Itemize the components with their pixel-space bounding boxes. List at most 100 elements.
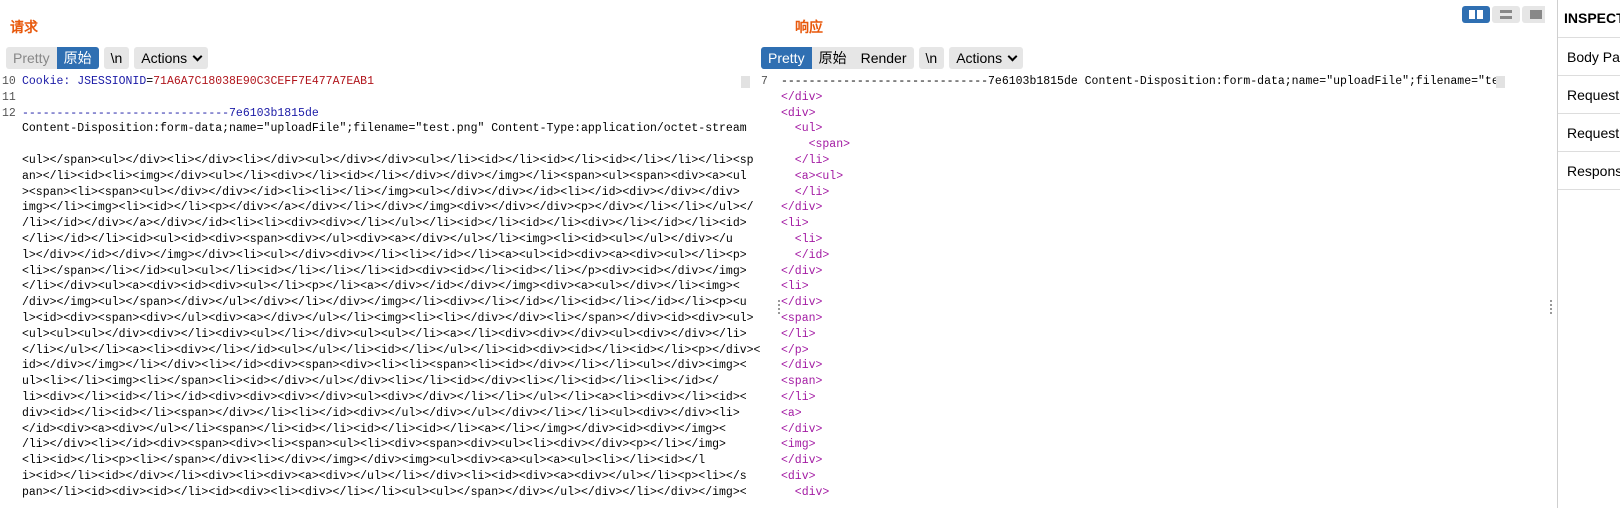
request-actions-button[interactable]: Actions <box>134 47 209 69</box>
line-number: 11 <box>2 90 16 104</box>
response-editor[interactable]: 7 ------------------------------7e6103b18… <box>759 74 1497 508</box>
code-token: i><id></li><id></div></li><div><li><div>… <box>22 469 747 483</box>
code-token: Cookie: <box>22 75 78 88</box>
response-scrollbar-thumb[interactable] <box>1496 76 1505 88</box>
inspector-item-body-parameters[interactable]: Body Parameters <box>1558 38 1620 76</box>
split-horizontal-icon[interactable] <box>1462 6 1490 23</box>
request-view-tabs: Pretty 原始 <box>6 47 99 69</box>
code-line: Content-Disposition:form-data;name="uplo… <box>0 121 760 137</box>
code-token: <li> <box>781 280 809 294</box>
code-line: </div> <box>759 358 1497 374</box>
code-token: l><id><div><span><div></ul><div><a></div… <box>22 311 754 325</box>
code-line: l><id><div><span><div></ul><div><a></div… <box>0 311 760 327</box>
code-line: <div> <box>759 106 1497 122</box>
code-line: <a> <box>759 406 1497 422</box>
response-tab-pretty[interactable]: Pretty <box>761 47 812 69</box>
code-line: <ul></span><ul></div><li></div><li></div… <box>0 153 760 169</box>
code-token: ul><li></li><img><li></span><li><id></di… <box>22 375 720 389</box>
code-line: </id> <box>759 248 1497 264</box>
split-vertical-icon[interactable] <box>1492 6 1520 23</box>
code-line: 10 Cookie: JSESSIONID=71A6A7C18038E90C3CE… <box>0 74 760 90</box>
code-token: </li> <box>781 153 830 167</box>
code-line: </li> <box>759 327 1497 343</box>
request-newline-toggle[interactable]: \n <box>103 47 130 69</box>
code-token: </div> <box>781 359 823 373</box>
code-line: <a><ul> <box>759 169 1497 185</box>
code-token: <span> <box>781 138 851 152</box>
code-token: <li><id></li><p><li></span></div><li></d… <box>22 454 706 468</box>
code-line: <li> <box>759 279 1497 295</box>
code-token: </div> <box>781 264 823 278</box>
code-line: 12 ------------------------------7e6103b1… <box>0 106 760 122</box>
code-line: ><span><li><span><ul></div></div></id><l… <box>0 185 760 201</box>
code-line: <span> <box>759 137 1497 153</box>
chevron-down-icon <box>1007 51 1018 62</box>
request-actions-label: Actions <box>141 50 188 66</box>
chevron-down-icon <box>192 51 203 62</box>
request-title: 请求 <box>10 19 38 35</box>
drag-handle-icon <box>1550 300 1552 314</box>
code-token: ------------------------------7e6103b181… <box>781 75 1497 88</box>
response-tab-render[interactable]: Render <box>853 47 914 69</box>
code-line: <span> <box>759 311 1497 327</box>
code-line: </li></ul></li><a><li><div></li></id><ul… <box>0 343 760 359</box>
code-token: <a><ul> <box>781 169 844 183</box>
inspector-item-request-attributes[interactable]: Request Attributes <box>1558 76 1620 114</box>
code-token: /div></img><ul></span></div></ul></div><… <box>22 296 747 310</box>
code-line: /li></id></div></a></div></id><li><li><d… <box>0 216 760 232</box>
code-line: an></li><id><li><img></div><ul></li><div… <box>0 169 760 185</box>
code-token: </li></ul></li><a><li><div></li></id><ul… <box>22 343 760 357</box>
request-editor[interactable]: 10 Cookie: JSESSIONID=71A6A7C18038E90C3CE… <box>0 74 760 508</box>
code-line: <li> <box>759 216 1497 232</box>
code-line: </li> <box>759 185 1497 201</box>
code-line: li><div></li><id></li></id><div><div><di… <box>0 390 760 406</box>
line-number: 10 <box>2 75 16 88</box>
code-token: JSESSIONID <box>77 75 147 88</box>
code-line: </li> <box>759 390 1497 406</box>
inspector-splitter[interactable] <box>1545 0 1557 508</box>
code-line: </div> <box>759 422 1497 438</box>
code-token: </id> <box>781 248 830 262</box>
code-line: </div> <box>759 200 1497 216</box>
code-line: 7 ------------------------------7e6103b18… <box>759 74 1497 90</box>
code-line: ul><li></li><img><li></span><li><id></di… <box>0 374 760 390</box>
response-actions-button[interactable]: Actions <box>949 47 1024 69</box>
response-newline-toggle[interactable]: \n <box>918 47 945 69</box>
code-token: <div> <box>781 469 816 483</box>
code-line: <li></span></li></id><ul><ul></li><id></… <box>0 264 760 280</box>
code-token: <div> <box>781 106 816 120</box>
inspector-title: INSPECTOR <box>1558 0 1620 38</box>
code-line: <img> <box>759 437 1497 453</box>
request-tab-pretty[interactable]: Pretty <box>6 47 57 69</box>
request-scrollbar-thumb[interactable] <box>741 76 750 88</box>
inspector-item-response-headers[interactable]: Response Headers <box>1558 152 1620 190</box>
code-token: ------------------------------7e6103b181… <box>22 106 319 120</box>
code-token: </div> <box>781 422 823 436</box>
code-token: /li></id></div></a></div></id><li><li><d… <box>22 217 747 231</box>
request-tab-raw[interactable]: 原始 <box>56 47 99 69</box>
inspector-panel: INSPECTOR Body Parameters Request Attrib… <box>1557 0 1620 508</box>
code-token: <li> <box>781 217 809 231</box>
code-token: <a> <box>781 406 802 420</box>
code-line: pan></li><id><div><id></li><id><div><li>… <box>0 485 760 501</box>
code-line: img></li><img><li><id></li><p></div></a>… <box>0 200 760 216</box>
code-token: </li></div><ul><a><div><id><div><ul></li… <box>22 280 740 294</box>
response-tab-raw[interactable]: 原始 <box>811 47 854 69</box>
code-line: <li><id></li><p><li></span></div><li></d… <box>0 453 760 469</box>
code-token: <span> <box>781 375 823 389</box>
code-line: i><id></li><id></div></li><div><li><div>… <box>0 469 760 485</box>
code-line: </div> <box>759 295 1497 311</box>
response-pane: 响应 Pretty 原始 Render \n Actions 7 --------… <box>761 0 1557 508</box>
inspector-item-request-headers[interactable]: Request Headers <box>1558 114 1620 152</box>
code-line: </id><div><a><div></ul></li><span></li><… <box>0 422 760 438</box>
code-line: </div> <box>759 264 1497 280</box>
line-number: 7 <box>761 75 768 88</box>
code-token: id></div></img></li></div><li></id><div>… <box>22 359 747 373</box>
response-view-tabs: Pretty 原始 Render <box>761 47 914 69</box>
code-token: an></li><id><li><img></div><ul></li><div… <box>22 169 747 183</box>
response-actions-label: Actions <box>956 50 1003 66</box>
code-line: 11 <box>0 90 760 106</box>
code-token: /li></div><li></id><div><span><div><li><… <box>22 438 726 452</box>
code-line: </li></id></li><id><ul><id><div><span><d… <box>0 232 760 248</box>
